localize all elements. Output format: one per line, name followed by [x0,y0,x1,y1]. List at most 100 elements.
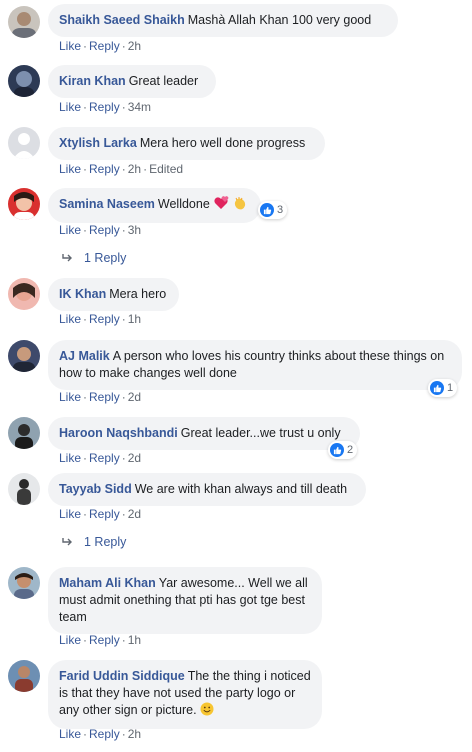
comment-author[interactable]: Xtylish Larka [59,136,137,150]
reply-link[interactable]: Reply [89,727,120,741]
avatar[interactable] [8,127,40,159]
reply-link[interactable]: Reply [89,451,120,465]
comment-time[interactable]: 2d [128,390,141,404]
comment-actions: Like · Reply · 2d [59,451,141,465]
reaction-count[interactable]: 2 [328,441,358,459]
hearts-emoji-icon [213,196,229,215]
avatar[interactable] [8,278,40,310]
comment-text: Mera hero well done progress [139,136,306,150]
comment-time[interactable]: 2h [128,162,141,176]
comment-text: Welldone [157,197,210,211]
avatar[interactable] [8,6,40,38]
comment-actions: Like · Reply · 2h [59,39,141,53]
like-link[interactable]: Like [59,507,81,521]
reaction-number: 1 [447,382,454,394]
edited-label[interactable]: Edited [149,162,183,176]
separator: · [83,451,88,465]
reply-link[interactable]: Reply [89,390,120,404]
like-link[interactable]: Like [59,727,81,741]
like-link[interactable]: Like [59,451,81,465]
comment-text: Mashà Allah Khan 100 very good [187,13,372,27]
comment-time[interactable]: 2h [128,727,141,741]
separator: · [121,100,126,114]
comment-actions: Like · Reply · 3h [59,223,141,237]
comment-author[interactable]: Maham Ali Khan [59,576,156,590]
avatar[interactable] [8,188,40,220]
comment-text: Great leader [128,74,199,88]
separator: · [121,507,126,521]
reply-arrow-icon [62,538,72,546]
comment-bubble: Shaikh Saeed Shaikh Mashà Allah Khan 100 … [48,4,398,37]
comment-actions: Like · Reply · 2d [59,390,141,404]
avatar[interactable] [8,65,40,97]
comment-text: We are with khan always and till death [134,482,348,496]
comment-time[interactable]: 34m [128,100,151,114]
reply-link[interactable]: Reply [89,633,120,647]
view-replies-link[interactable]: 1 Reply [62,251,126,265]
comment-time[interactable]: 3h [128,223,141,237]
like-link[interactable]: Like [59,223,81,237]
avatar[interactable] [8,340,40,372]
comment-author[interactable]: IK Khan [59,287,106,301]
separator: · [143,162,148,176]
comment-actions: Like · Reply · 34m [59,100,151,114]
comment-time[interactable]: 2h [128,39,141,53]
reaction-number: 3 [277,204,284,216]
replies-count: 1 Reply [84,251,127,265]
separator: · [121,633,126,647]
reply-link[interactable]: Reply [89,507,120,521]
comment-time[interactable]: 2d [128,451,141,465]
separator: · [121,727,126,741]
separator: · [83,100,88,114]
reply-link[interactable]: Reply [89,100,120,114]
comment-bubble: Haroon Naqshbandi Great leader...we trust… [48,417,360,450]
comment-text: A person who loves his country thinks ab… [59,349,445,380]
comment-bubble: Xtylish Larka Mera hero well done progres… [48,127,325,160]
like-link[interactable]: Like [59,633,81,647]
comment-author[interactable]: Samina Naseem [59,197,155,211]
avatar[interactable] [8,660,40,692]
separator: · [121,39,126,53]
reply-link[interactable]: Reply [89,312,120,326]
reply-link[interactable]: Reply [89,162,120,176]
avatar[interactable] [8,473,40,505]
comment-text: Mera hero [109,287,167,301]
smiley-emoji-icon [200,702,214,721]
comment-bubble: Maham Ali Khan Yar awesome... Well we all… [48,567,322,634]
comment-author[interactable]: Farid Uddin Siddique [59,669,185,683]
comment-actions: Like · Reply · 2h [59,727,141,741]
comment-author[interactable]: Shaikh Saeed Shaikh [59,13,185,27]
comment-author[interactable]: Kiran Khan [59,74,126,88]
comment-time[interactable]: 2d [128,507,141,521]
like-link[interactable]: Like [59,39,81,53]
comment-bubble: Farid Uddin Siddique The the thing i noti… [48,660,322,729]
separator: · [83,39,88,53]
reply-link[interactable]: Reply [89,39,120,53]
reply-arrow-icon [62,254,72,262]
separator: · [121,162,126,176]
reaction-count[interactable]: 1 [428,379,458,397]
like-reaction-icon [330,443,344,457]
view-replies-link[interactable]: 1 Reply [62,535,126,549]
comment-bubble: Kiran Khan Great leader [48,65,216,98]
comment-author[interactable]: AJ Malik [59,349,110,363]
replies-count: 1 Reply [84,535,127,549]
like-link[interactable]: Like [59,100,81,114]
separator: · [83,633,88,647]
comment-time[interactable]: 1h [128,633,141,647]
reply-link[interactable]: Reply [89,223,120,237]
like-link[interactable]: Like [59,390,81,404]
comment-actions: Like · Reply · 1h [59,633,141,647]
avatar[interactable] [8,567,40,599]
like-link[interactable]: Like [59,162,81,176]
comment-time[interactable]: 1h [128,312,141,326]
comment-author[interactable]: Haroon Naqshbandi [59,426,178,440]
separator: · [121,223,126,237]
avatar[interactable] [8,417,40,449]
reaction-number: 2 [347,444,354,456]
reaction-count[interactable]: 3 [258,201,288,219]
comment-author[interactable]: Tayyab Sidd [59,482,132,496]
like-link[interactable]: Like [59,312,81,326]
separator: · [83,162,88,176]
comment-text: Great leader...we trust u only [180,426,341,440]
